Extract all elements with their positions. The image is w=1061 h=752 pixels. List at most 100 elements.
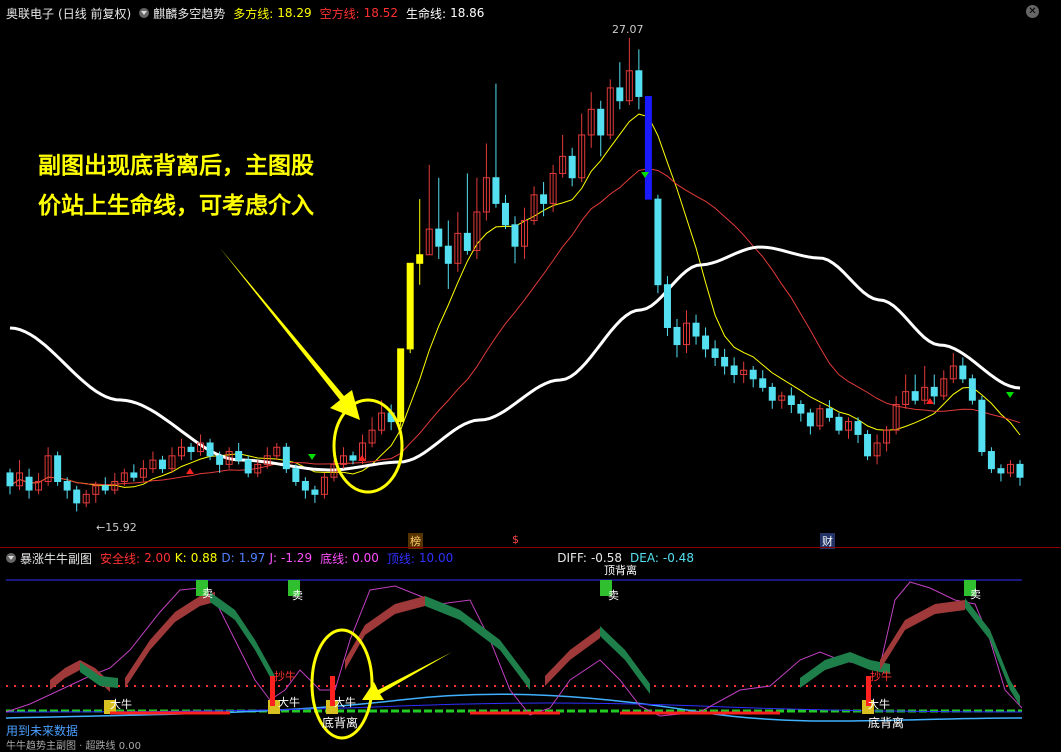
k-label: K: — [174, 551, 187, 565]
candle-body — [25, 476, 33, 491]
top-divergence-label: 顶背离 — [604, 564, 637, 577]
sell-label-4: 卖 — [970, 588, 981, 601]
high-price-label: 27.07 — [612, 23, 644, 36]
candle-body — [663, 284, 671, 328]
j-label: J: — [269, 551, 278, 565]
top-line-label: 顶线: — [386, 551, 415, 566]
sell-label-3: 卖 — [608, 589, 619, 602]
dea-value: -0.48 — [662, 551, 694, 565]
pointer-arrow-sub — [362, 652, 452, 700]
candle-body — [692, 322, 700, 337]
safe-line-label: 安全线: — [100, 551, 141, 566]
sell-label-2: 卖 — [292, 589, 303, 602]
candle-body — [911, 391, 919, 401]
candle-body — [854, 421, 862, 435]
candle-body — [73, 489, 81, 504]
chase-bull-label-1: 抄牛 — [274, 670, 296, 683]
candle-body — [187, 446, 195, 453]
candle-body — [835, 416, 843, 431]
highlight-ellipse — [332, 398, 404, 494]
candle-body — [406, 262, 414, 350]
candle-body — [101, 485, 109, 491]
candle-body — [635, 70, 643, 97]
candle-body — [644, 95, 652, 200]
candle-body — [702, 335, 710, 350]
candle-body — [825, 408, 833, 418]
candle-body — [130, 472, 138, 478]
up-arrow — [926, 398, 934, 404]
low-price-label: ←15.92 — [96, 521, 137, 534]
candle-body — [311, 489, 319, 495]
candle-body — [768, 386, 776, 401]
candle-body — [673, 326, 681, 346]
candle-body — [730, 365, 738, 376]
sub-indicator-name[interactable]: 暴涨牛牛副图 — [20, 550, 92, 567]
sub-indicator-dropdown-icon[interactable] — [6, 553, 16, 563]
sell-label-1: 卖 — [202, 587, 213, 600]
candle-body — [959, 365, 967, 380]
d-label: D: — [221, 551, 235, 565]
bottom-divergence-label-2: 底背离 — [868, 716, 905, 730]
candle-body — [721, 356, 729, 367]
bottom-line-label: 底线: — [320, 551, 349, 566]
big-bull-label-4: 大牛 — [868, 698, 890, 711]
candle-body — [444, 245, 452, 264]
candle-body — [749, 369, 757, 380]
kd-band-fall — [965, 598, 1020, 706]
candle-body — [492, 177, 500, 204]
candle-body — [292, 468, 300, 482]
sub-chart-header: 暴涨牛牛副图 安全线: 2.00 K: 0.88 D: 1.97 J: -1.2… — [0, 548, 698, 568]
candle-body — [349, 455, 357, 461]
candle-body — [216, 455, 224, 465]
candle-body — [416, 254, 424, 264]
candle-body — [54, 455, 62, 482]
candle-body — [654, 198, 662, 286]
diff-label: DIFF: — [557, 551, 587, 565]
candle-body — [968, 378, 976, 401]
kd-band-rise — [345, 596, 425, 670]
candle-body — [759, 378, 767, 388]
annotation-line-1: 副图出现底背离后，主图股 — [38, 153, 314, 179]
candle-body — [397, 348, 405, 423]
candle-body — [930, 386, 938, 397]
candle-body — [797, 403, 805, 414]
big-bull-label-2: 大牛 — [278, 696, 300, 709]
candle-body — [978, 399, 986, 453]
candle-body — [235, 451, 243, 461]
candle-body — [540, 194, 548, 204]
candle-body — [435, 228, 443, 247]
candle-body — [6, 472, 14, 487]
chart-canvas — [5, 37, 1024, 740]
kd-band-rise — [545, 628, 600, 686]
down-arrow — [1006, 392, 1014, 398]
candle-body — [463, 232, 471, 251]
sub-footer-text: 牛牛趋势主副图 · 超跌线 0.00 — [6, 741, 141, 752]
pointer-arrow — [220, 248, 360, 420]
top-line-value: 10.00 — [418, 551, 454, 565]
down-arrow — [308, 454, 316, 460]
chase-bull-label-2: 抄牛 — [870, 670, 892, 683]
candle-body — [282, 446, 290, 470]
candle-body — [806, 412, 814, 427]
candle-body — [63, 480, 71, 491]
big-bull-label-1: 大牛 — [110, 698, 132, 711]
candle-body — [501, 202, 509, 226]
candle-body — [244, 459, 252, 474]
kd-band-fall — [210, 592, 275, 686]
k-value: 0.88 — [190, 551, 218, 565]
candle-body — [158, 459, 166, 470]
candle-body — [597, 108, 605, 136]
marker-dollar[interactable]: $ — [512, 533, 519, 546]
bottom-line-value: 0.00 — [352, 551, 379, 565]
candle-body — [864, 433, 872, 457]
up-arrow — [186, 468, 194, 474]
candle-body — [301, 480, 309, 491]
candle-body — [711, 348, 719, 358]
candle-body — [987, 451, 995, 470]
bottom-divergence-label-1: 底背离 — [322, 716, 359, 730]
candle-body — [511, 224, 519, 247]
big-bull-label-3: 大牛 — [334, 696, 356, 709]
d-value: 1.97 — [238, 551, 266, 565]
candle-body — [997, 468, 1005, 474]
j-value: -1.29 — [281, 551, 313, 565]
